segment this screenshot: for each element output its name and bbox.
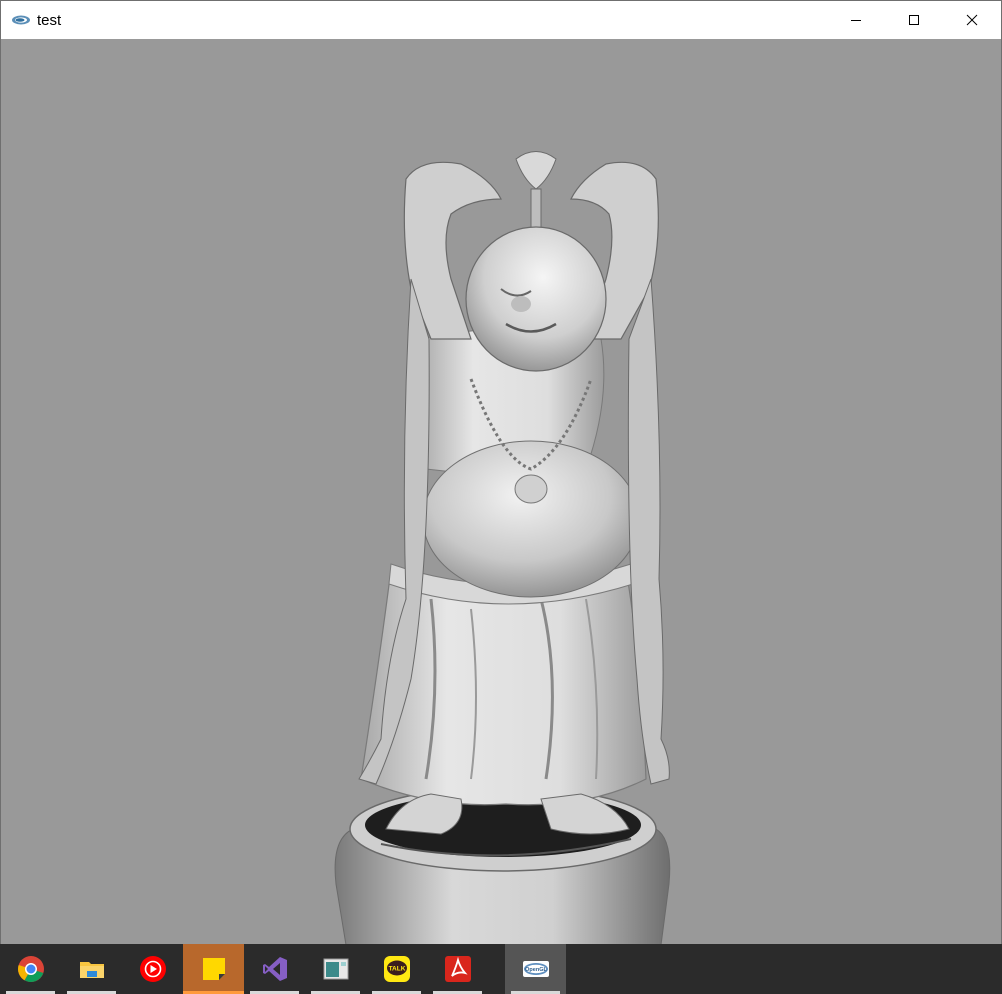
kakaotalk-icon-label: TALK (388, 966, 405, 973)
chrome-icon (17, 956, 44, 983)
taskbar-chrome[interactable] (0, 944, 61, 994)
opengl-viewport[interactable] (1, 39, 1001, 945)
taskbar-sticky-notes[interactable] (183, 944, 244, 994)
taskbar-acrobat[interactable] (427, 944, 488, 994)
taskbar-youtube-music[interactable] (122, 944, 183, 994)
close-button[interactable] (943, 1, 1001, 39)
buddha-statue-render (334, 151, 671, 945)
taskbar-kakaotalk[interactable]: TALK (366, 944, 427, 994)
acrobat-icon (444, 956, 471, 982)
maximize-button[interactable] (885, 1, 943, 39)
opengl-eye-icon (11, 13, 31, 27)
taskbar-app-window[interactable] (305, 944, 366, 994)
opengl-icon-label: OpenGL (525, 967, 547, 973)
youtube-music-icon (139, 956, 166, 982)
minimize-button[interactable] (827, 1, 885, 39)
close-icon (966, 14, 978, 26)
window-controls (827, 1, 1001, 39)
sticky-notes-icon (202, 958, 225, 980)
window-icon (323, 958, 348, 980)
title-bar[interactable]: test (1, 1, 1001, 39)
taskbar: TALK OpenGL (0, 944, 1002, 994)
taskbar-gap (488, 944, 505, 994)
taskbar-file-explorer[interactable] (61, 944, 122, 994)
visual-studio-icon (262, 957, 287, 981)
maximize-icon (909, 15, 919, 25)
taskbar-visual-studio[interactable] (244, 944, 305, 994)
folder-icon (79, 962, 104, 978)
window-title: test (37, 11, 62, 29)
app-window: test (0, 0, 1002, 946)
opengl-icon: OpenGL (522, 961, 549, 977)
kakaotalk-icon: TALK (383, 956, 410, 982)
taskbar-opengl-app[interactable]: OpenGL (505, 944, 566, 994)
minimize-icon (851, 20, 861, 21)
